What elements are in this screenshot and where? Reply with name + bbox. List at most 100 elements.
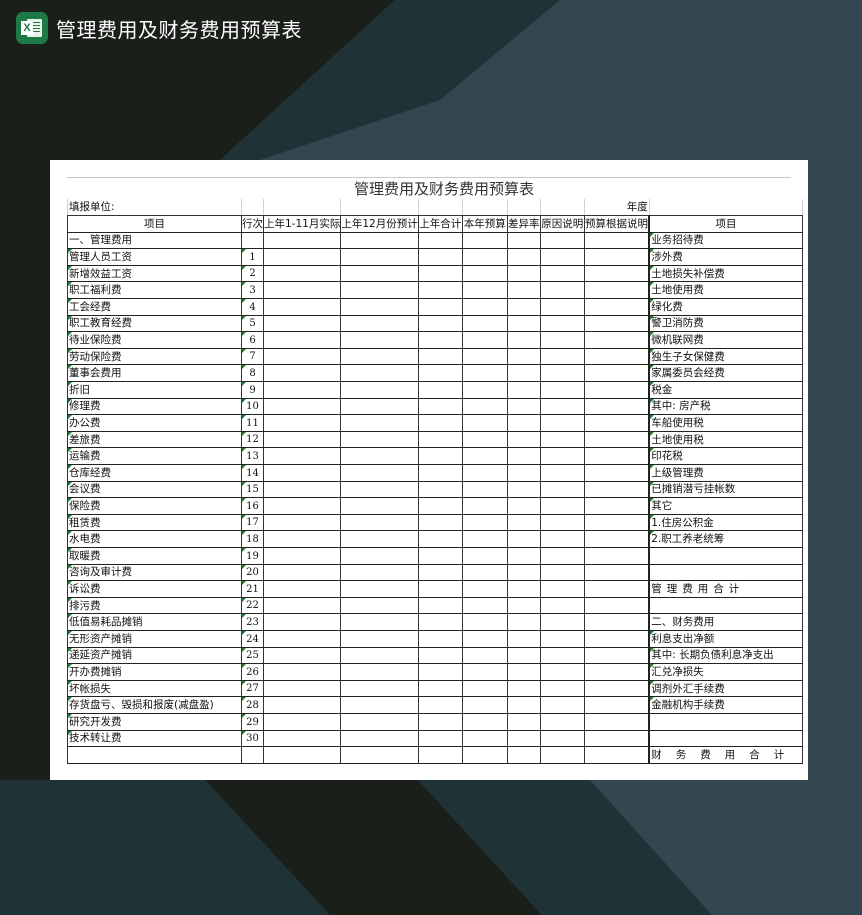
item-name[interactable]: 诉讼费 <box>67 580 242 598</box>
value-cell[interactable] <box>340 298 419 316</box>
value-cell[interactable] <box>461 464 508 482</box>
right-item[interactable]: 汇兑净损失 <box>648 663 803 681</box>
value-cell[interactable] <box>583 414 650 432</box>
item-name[interactable]: 折旧 <box>67 381 242 399</box>
right-item[interactable]: 已摊销潜亏挂帐数 <box>648 481 803 499</box>
value-cell[interactable] <box>340 497 419 515</box>
value-cell[interactable] <box>506 414 541 432</box>
value-cell[interactable] <box>506 315 541 333</box>
right-item[interactable]: 金融机构手续费 <box>648 696 803 714</box>
line-number[interactable]: 11 <box>241 414 264 432</box>
right-item[interactable]: 家属委员会经费 <box>648 364 803 383</box>
value-cell[interactable] <box>506 281 541 300</box>
value-cell[interactable] <box>583 597 650 615</box>
column-header[interactable]: 行次 <box>241 215 264 233</box>
item-name[interactable]: 无形资产摊销 <box>67 630 242 648</box>
item-name[interactable]: 水电费 <box>67 530 242 548</box>
fill-unit-label[interactable]: 填报单位: <box>67 199 242 217</box>
value-cell[interactable] <box>506 547 541 565</box>
value-cell[interactable] <box>583 248 650 266</box>
value-cell[interactable] <box>506 447 541 465</box>
value-cell[interactable] <box>539 730 585 748</box>
line-number[interactable] <box>241 746 264 764</box>
value-cell[interactable] <box>506 746 541 764</box>
value-cell[interactable] <box>539 414 585 432</box>
value-cell[interactable] <box>461 265 508 283</box>
value-cell[interactable] <box>583 232 650 250</box>
value-cell[interactable] <box>262 696 342 714</box>
item-name[interactable]: 会议费 <box>67 481 242 499</box>
value-cell[interactable] <box>262 298 342 316</box>
column-header[interactable]: 本年预算 <box>461 215 508 233</box>
value-cell[interactable] <box>340 348 419 366</box>
line-number[interactable]: 13 <box>241 447 264 465</box>
value-cell[interactable] <box>417 580 463 598</box>
value-cell[interactable] <box>539 647 585 665</box>
value-cell[interactable] <box>417 547 463 565</box>
value-cell[interactable] <box>340 663 419 681</box>
value-cell[interactable] <box>340 547 419 565</box>
value-cell[interactable] <box>539 265 585 283</box>
right-item[interactable]: 独生子女保健费 <box>648 348 803 366</box>
value-cell[interactable] <box>583 497 650 515</box>
item-name[interactable]: 取暖费 <box>67 547 242 565</box>
value-cell[interactable] <box>506 713 541 731</box>
value-cell[interactable] <box>583 746 650 764</box>
line-number[interactable]: 24 <box>241 630 264 648</box>
value-cell[interactable] <box>417 381 463 399</box>
item-name[interactable]: 存货盘亏、毁损和报废(减盘盈) <box>67 696 242 714</box>
line-number[interactable]: 26 <box>241 663 264 681</box>
table-cell[interactable] <box>539 199 585 217</box>
value-cell[interactable] <box>539 530 585 548</box>
column-header[interactable]: 上年12月份预计 <box>340 215 419 233</box>
value-cell[interactable] <box>461 364 508 383</box>
value-cell[interactable] <box>417 497 463 515</box>
value-cell[interactable] <box>262 447 342 465</box>
value-cell[interactable] <box>417 746 463 764</box>
value-cell[interactable] <box>340 597 419 615</box>
table-cell[interactable] <box>648 547 803 565</box>
value-cell[interactable] <box>539 713 585 731</box>
value-cell[interactable] <box>539 464 585 482</box>
value-cell[interactable] <box>539 248 585 266</box>
value-cell[interactable] <box>583 647 650 665</box>
value-cell[interactable] <box>340 530 419 548</box>
value-cell[interactable] <box>262 331 342 349</box>
right-item[interactable]: 土地损失补偿费 <box>648 265 803 283</box>
value-cell[interactable] <box>583 431 650 449</box>
table-cell[interactable] <box>461 199 508 217</box>
value-cell[interactable] <box>583 663 650 681</box>
value-cell[interactable] <box>583 580 650 598</box>
value-cell[interactable] <box>340 464 419 482</box>
value-cell[interactable] <box>262 663 342 681</box>
value-cell[interactable] <box>583 530 650 548</box>
value-cell[interactable] <box>417 613 463 631</box>
value-cell[interactable] <box>583 381 650 399</box>
value-cell[interactable] <box>340 564 419 582</box>
right-item[interactable]: 管理费用合计 <box>648 580 803 598</box>
value-cell[interactable] <box>340 630 419 648</box>
value-cell[interactable] <box>340 232 419 250</box>
line-number[interactable]: 29 <box>241 713 264 731</box>
value-cell[interactable] <box>417 348 463 366</box>
right-item[interactable]: 其中: 房产税 <box>648 398 803 416</box>
value-cell[interactable] <box>506 431 541 449</box>
value-cell[interactable] <box>461 730 508 748</box>
table-cell[interactable] <box>648 564 803 582</box>
line-number[interactable]: 9 <box>241 381 264 399</box>
value-cell[interactable] <box>417 630 463 648</box>
value-cell[interactable] <box>262 398 342 416</box>
item-name[interactable]: 新增效益工资 <box>67 265 242 283</box>
value-cell[interactable] <box>539 315 585 333</box>
value-cell[interactable] <box>461 613 508 631</box>
value-cell[interactable] <box>262 630 342 648</box>
value-cell[interactable] <box>262 315 342 333</box>
value-cell[interactable] <box>340 331 419 349</box>
column-header[interactable]: 预算根据说明 <box>583 215 650 233</box>
value-cell[interactable] <box>417 564 463 582</box>
year-label[interactable]: 年度 <box>583 199 650 217</box>
right-item[interactable]: 利息支出净额 <box>648 630 803 648</box>
table-cell[interactable] <box>648 597 803 615</box>
value-cell[interactable] <box>461 497 508 515</box>
value-cell[interactable] <box>461 713 508 731</box>
